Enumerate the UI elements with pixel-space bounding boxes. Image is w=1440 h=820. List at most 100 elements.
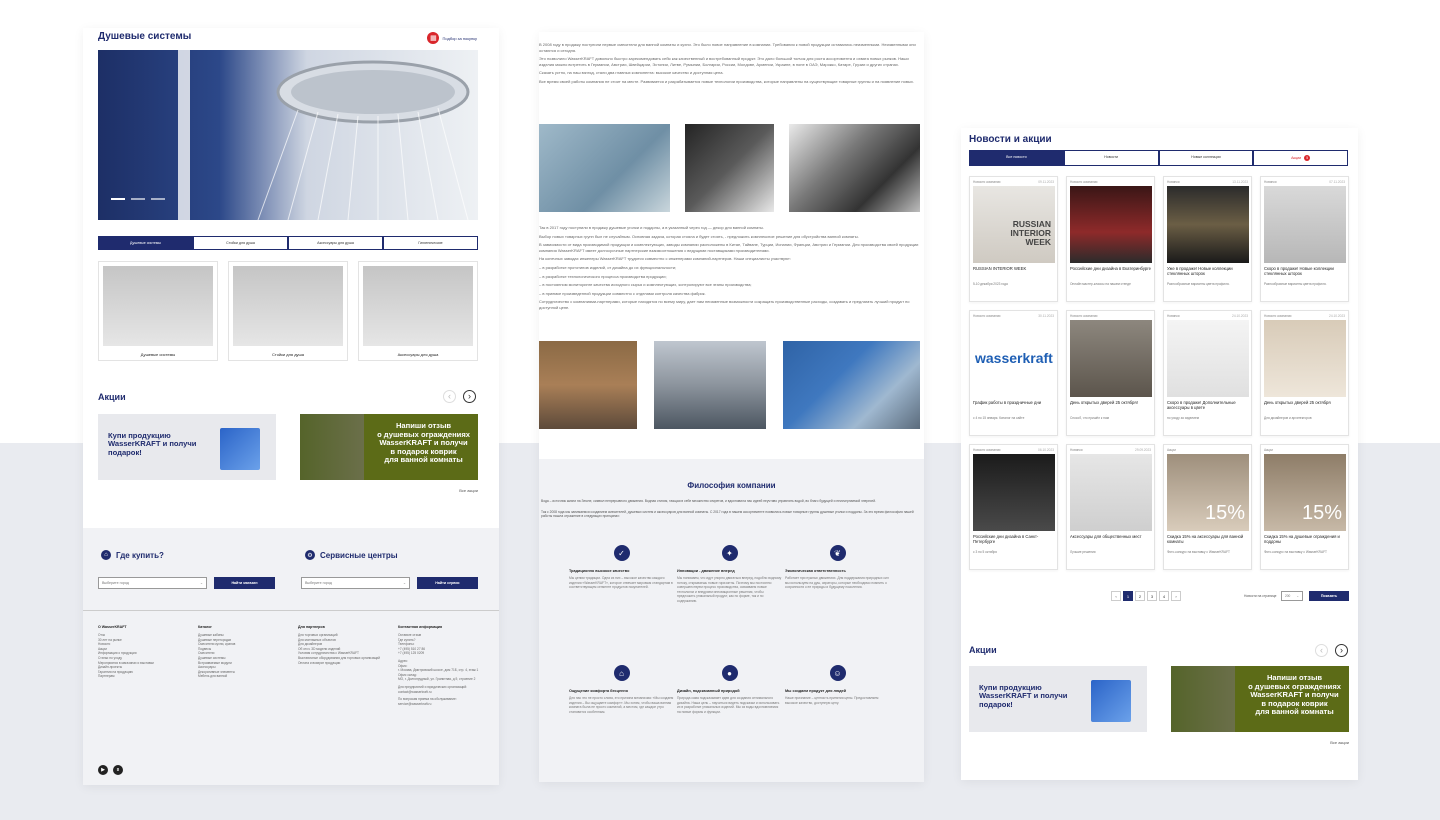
news-subtitle: Онлайн мастер-классы на нашем стенде (1070, 282, 1131, 286)
news-card[interactable]: Новости компании День открытых дверей 25 … (1066, 310, 1155, 436)
page-1[interactable]: 1 (1123, 591, 1133, 601)
show-button[interactable]: Показать (1309, 591, 1349, 601)
value-text: Работает при нужных движениях. Для подде… (785, 576, 889, 589)
promo-banner-gift[interactable]: Купи продукцию WasserKRAFT и получи пода… (98, 414, 276, 480)
category-card[interactable]: Стойки для душа (228, 261, 348, 361)
hero-pagination[interactable] (111, 198, 165, 200)
wasserkraft-logo: wasserkraft (975, 350, 1053, 366)
news-card[interactable]: Новости компании 24.10.2023 День открытых … (1260, 310, 1349, 436)
promo-section-title: Акции (98, 392, 126, 402)
about-paragraph: – в разработке технологического процесса… (539, 273, 667, 279)
next-arrow-icon[interactable]: › (1335, 644, 1348, 657)
news-title: День открытых дверей 25 октября! (1070, 400, 1138, 405)
news-subtitle: c 4 по 15 января. Каталог на сайте (973, 416, 1025, 420)
promo-banner-review[interactable]: Напиши отзыв о душевых ограждениях WasserK… (1171, 666, 1349, 732)
page-4[interactable]: 4 (1159, 591, 1169, 601)
about-text-block: В 2008 году в продажу поступили первые с… (539, 42, 919, 88)
vk-icon[interactable]: в (113, 765, 123, 775)
all-promos-link[interactable]: Все акции (1330, 740, 1349, 745)
filter-promos[interactable]: Акции 5 (1253, 150, 1348, 166)
news-date: 30.11.2023 (1038, 314, 1054, 318)
find-store-button[interactable]: Найти магазин (214, 577, 275, 589)
next-arrow-icon[interactable]: › (463, 390, 476, 403)
news-title: Уже в продаже! Новые коллекции стеклянны… (1167, 266, 1233, 276)
news-image (1167, 186, 1249, 263)
news-image: RUSSIAN INTERIOR WEEK (973, 186, 1055, 263)
news-image (1070, 320, 1152, 397)
footer-column-heading: Контактная информация (398, 625, 443, 629)
site-footer: О WasserKRAFT Отзо 30 лет на рынке Новости А… (83, 610, 499, 785)
news-card[interactable]: Акции 15% Скидка 15% на душевые ограждения… (1260, 444, 1349, 570)
tab-shower-stands[interactable]: Стойки для душа (193, 236, 288, 250)
tab-shower-accessories[interactable]: Аксессуары для душа (288, 236, 383, 250)
promo-banner-gift[interactable]: Купи продукцию WasserKRAFT и получи пода… (969, 666, 1147, 732)
order-link[interactable]: ▦ Подбор за покупку (427, 32, 477, 44)
footer-column-heading: О WasserKRAFT (98, 625, 127, 629)
youtube-icon[interactable]: ▶ (98, 765, 108, 775)
promo-banner-text: Купи продукцию WasserKRAFT и получи пода… (108, 431, 197, 457)
news-image: wasserkraft (973, 320, 1055, 397)
news-card[interactable]: Новости компании 30.11.2023 wasserkraft Гра… (969, 310, 1058, 436)
news-tag: Новинки (1264, 180, 1277, 184)
page-2[interactable]: 2 (1135, 591, 1145, 601)
footer-link[interactable]: Выставочные оборудования для торговых ор… (298, 656, 388, 661)
all-promos-link[interactable]: Все акции (459, 488, 478, 493)
category-card[interactable]: Аксессуары для душа (358, 261, 478, 361)
news-card[interactable]: Акции 15% Скидка 15% на аксессуары для ван… (1163, 444, 1252, 570)
news-card[interactable]: Новинки 29.09.2023 Аксессуары для обществе… (1066, 444, 1155, 570)
filter-all-news[interactable]: Все новости (969, 150, 1064, 166)
news-subtitle: по уходу за изделием (1167, 416, 1199, 420)
photo-worker-glass (783, 341, 920, 429)
news-title: Скоро в продаже! Новые коллекции стеклян… (1264, 266, 1334, 276)
about-paragraph: Выбор новых товарных групп был не случай… (539, 233, 859, 239)
news-subtitle: Лучшие решения (1070, 550, 1096, 554)
page-3[interactable]: 3 (1147, 591, 1157, 601)
riw-logo: RUSSIAN INTERIOR WEEK (1010, 219, 1051, 247)
where-to-buy-section: ⌂ Где купить? ⚙ Сервисные центры Выберит… (83, 528, 499, 610)
category-card[interactable]: Душевые системы (98, 261, 218, 361)
promo-banner-review[interactable]: Напиши отзыв о душевых ограждениях WasserK… (300, 414, 478, 480)
news-image (973, 454, 1055, 531)
tab-shower-systems[interactable]: Душевые системы (98, 236, 193, 250)
footer-link[interactable]: Мебель для ванной (198, 674, 288, 679)
city-select-service[interactable]: Выберите город ⌄ (301, 577, 410, 589)
category-image (103, 266, 213, 346)
map-pin-icon: ⌂ (101, 550, 111, 560)
prev-arrow-icon[interactable]: ‹ (1315, 644, 1328, 657)
news-date: 13.11.2023 (1232, 180, 1248, 184)
footer-link[interactable]: Партнерам (98, 674, 188, 679)
news-card[interactable]: Новинки 13.11.2023 Уже в продаже! Новые ко… (1163, 176, 1252, 302)
leaf-icon: ❦ (829, 545, 846, 561)
tab-hygienic[interactable]: Гигиенические (383, 236, 478, 250)
news-tag: Новости компании (973, 180, 1001, 184)
news-card[interactable]: Новости компании 09.11.2023 RUSSIAN INTERIO… (969, 176, 1058, 302)
filter-new-collections[interactable]: Новые коллекции (1158, 150, 1254, 166)
category-label: Стойки для душа (272, 352, 304, 357)
news-card[interactable]: Новинки 24.10.2023 Скоро в продаже! Дополн… (1163, 310, 1252, 436)
page-prev[interactable]: ‹ (1111, 591, 1121, 601)
footer-link[interactable]: Оплата и возврат продукции (298, 661, 388, 666)
filter-news[interactable]: Новости (1063, 150, 1159, 166)
home-icon: ⌂ (613, 665, 630, 681)
find-service-button[interactable]: Найти сервис (417, 577, 478, 589)
footer-link[interactable]: service@wasserkraft.ru (398, 702, 488, 707)
news-card[interactable]: Новости компании 06.10.2023 Российские дни… (969, 444, 1058, 570)
news-date: 29.09.2023 (1135, 448, 1151, 452)
city-select-store[interactable]: Выберите город ⌄ (98, 577, 207, 589)
footer-link[interactable]: МО, г. Долгопрудный, ул. Гранитная, д.9,… (398, 677, 488, 682)
news-title: График работы в праздничные дни (973, 400, 1042, 405)
news-image (1070, 454, 1152, 531)
chevron-down-icon: ⌄ (1296, 594, 1299, 598)
page-next[interactable]: › (1171, 591, 1181, 601)
gift-icon (1091, 680, 1131, 722)
prev-arrow-icon[interactable]: ‹ (443, 390, 456, 403)
news-card[interactable]: Новости компании Российские дни дизайна в… (1066, 176, 1155, 302)
footer-column: Каталог Душевые кабины Душевые перегородки… (198, 625, 288, 679)
lightbulb-icon: ✦ (721, 545, 738, 561)
news-subtitle: Способ, что пришёл к нам (1070, 416, 1109, 420)
drop-icon: ● (721, 665, 738, 681)
gear-icon: ⚙ (305, 550, 315, 560)
per-page-select[interactable]: 200 ⌄ (1281, 591, 1303, 601)
news-card[interactable]: Новинки 07.11.2023 Скоро в продаже! Новые … (1260, 176, 1349, 302)
company-value: ● Дизайн, подсказанный природой Природа са… (677, 665, 782, 714)
